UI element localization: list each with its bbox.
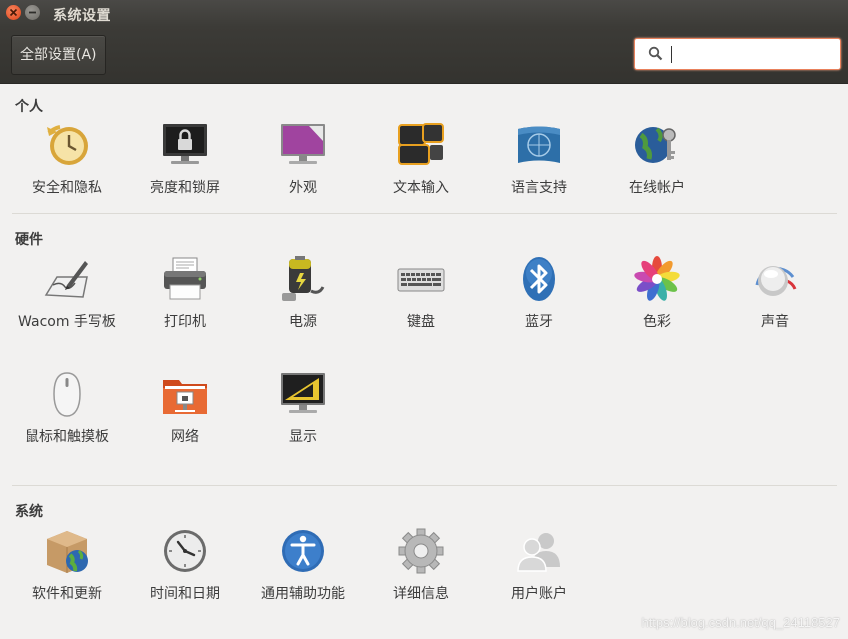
- item-user-accounts[interactable]: 用户账户: [480, 527, 598, 606]
- item-label: 通用辅助功能: [261, 586, 345, 602]
- sound-icon: [755, 266, 797, 296]
- item-language-support[interactable]: 语言支持: [480, 121, 598, 200]
- item-label: 软件和更新: [32, 586, 102, 602]
- item-label: 打印机: [164, 314, 206, 330]
- item-wacom-tablet[interactable]: Wacom 手写板: [8, 255, 126, 334]
- item-appearance[interactable]: 外观: [244, 121, 362, 200]
- universal-access-icon: [282, 530, 324, 572]
- item-display[interactable]: 显示: [244, 370, 362, 449]
- wacom-tablet-icon: [44, 261, 88, 298]
- item-label: 蓝牙: [525, 314, 553, 330]
- item-label: 安全和隐私: [32, 180, 102, 196]
- power-icon: [282, 256, 325, 301]
- item-mouse-touchpad[interactable]: 鼠标和触摸板: [8, 370, 126, 449]
- printer-icon: [164, 257, 206, 300]
- item-printer[interactable]: 打印机: [126, 255, 244, 334]
- item-bluetooth[interactable]: 蓝牙: [480, 255, 598, 334]
- item-universal-access[interactable]: 通用辅助功能: [244, 527, 362, 606]
- item-software-updates[interactable]: 软件和更新: [8, 527, 126, 606]
- item-sound[interactable]: 声音: [716, 255, 834, 334]
- all-settings-button[interactable]: 全部设置(A): [11, 35, 106, 75]
- text-caret: [671, 46, 672, 63]
- item-label: 外观: [289, 180, 317, 196]
- item-label: 色彩: [643, 314, 671, 330]
- item-label: 网络: [171, 429, 199, 445]
- item-security-privacy[interactable]: 安全和隐私: [8, 121, 126, 200]
- item-label: 声音: [761, 314, 789, 330]
- appearance-icon: [281, 124, 325, 164]
- item-online-accounts[interactable]: 在线帐户: [598, 121, 716, 200]
- minimize-icon[interactable]: [25, 5, 40, 20]
- item-time-date[interactable]: 时间和日期: [126, 527, 244, 606]
- user-accounts-icon: [517, 533, 560, 572]
- search-input[interactable]: [669, 44, 829, 64]
- section-title-hardware: 硬件: [15, 232, 43, 248]
- display-icon: [281, 373, 325, 413]
- item-text-entry[interactable]: 文本输入: [362, 121, 480, 200]
- item-details[interactable]: 详细信息: [362, 527, 480, 606]
- item-brightness-lock[interactable]: 亮度和锁屏: [126, 121, 244, 200]
- item-label: 显示: [289, 429, 317, 445]
- section-title-personal: 个人: [15, 99, 43, 115]
- watermark: https://blog.csdn.net/qq_24118527: [641, 615, 840, 630]
- security-privacy-icon: [47, 125, 88, 165]
- search-field[interactable]: [634, 38, 841, 70]
- section-divider: [12, 213, 837, 214]
- network-icon: [163, 380, 207, 414]
- software-updates-icon: [47, 531, 88, 573]
- search-icon: [648, 46, 663, 61]
- toolbar: 全部设置(A): [0, 27, 848, 84]
- online-accounts-icon: [635, 127, 676, 163]
- language-support-icon: [518, 126, 560, 163]
- item-network[interactable]: 网络: [126, 370, 244, 449]
- item-label: 鼠标和触摸板: [25, 429, 109, 445]
- details-icon: [398, 528, 444, 574]
- mouse-touchpad-icon: [53, 372, 81, 417]
- item-label: 用户账户: [511, 586, 567, 602]
- brightness-lock-icon: [163, 124, 207, 164]
- item-label: 在线帐户: [629, 180, 685, 196]
- window-title: 系统设置: [53, 8, 111, 24]
- item-label: 详细信息: [393, 586, 449, 602]
- item-label: Wacom 手写板: [18, 314, 116, 330]
- item-label: 时间和日期: [150, 586, 220, 602]
- text-entry-icon: [398, 123, 444, 165]
- color-icon: [634, 256, 680, 301]
- item-label: 亮度和锁屏: [150, 180, 220, 196]
- window-titlebar: 系统设置: [0, 0, 848, 27]
- item-label: 电源: [289, 314, 317, 330]
- item-power[interactable]: 电源: [244, 255, 362, 334]
- item-label: 键盘: [407, 314, 435, 330]
- bluetooth-icon: [523, 257, 555, 301]
- item-label: 文本输入: [393, 180, 449, 196]
- item-color[interactable]: 色彩: [598, 255, 716, 334]
- close-icon[interactable]: [6, 5, 21, 20]
- section-divider: [12, 485, 837, 486]
- item-keyboard[interactable]: 键盘: [362, 255, 480, 334]
- section-title-system: 系统: [15, 504, 43, 520]
- item-label: 语言支持: [511, 180, 567, 196]
- time-date-icon: [164, 530, 206, 572]
- keyboard-icon: [397, 268, 445, 292]
